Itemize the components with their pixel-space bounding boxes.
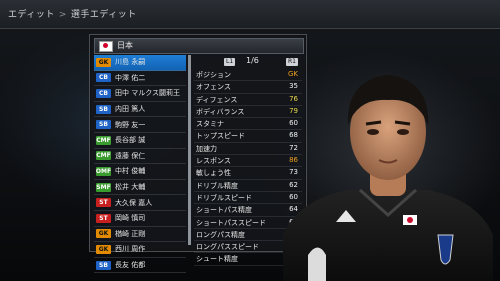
player-name: 長谷部 誠 bbox=[115, 136, 146, 145]
stat-label: ディフェンス bbox=[196, 95, 238, 104]
stat-label: レスポンス bbox=[196, 157, 231, 166]
stat-label: ロングパス精度 bbox=[196, 230, 245, 239]
player-list-item[interactable]: GK 楢崎 正剛 bbox=[94, 227, 186, 243]
player-list-item[interactable]: GK 川島 永嗣 bbox=[94, 55, 186, 71]
player-list-item[interactable]: CMF 長谷部 誠 bbox=[94, 133, 186, 149]
player-name: 中村 俊輔 bbox=[115, 167, 146, 176]
player-list-item[interactable]: SB 駒野 友一 bbox=[94, 117, 186, 133]
position-badge: GK bbox=[96, 244, 111, 254]
position-badge: CMF bbox=[96, 135, 111, 145]
player-name: 大久保 嘉人 bbox=[115, 198, 153, 207]
position-badge: ST bbox=[96, 198, 111, 208]
stat-label: 敏しょう性 bbox=[196, 169, 231, 178]
position-badge: SB bbox=[96, 120, 111, 130]
breadcrumb-current: 選手エディット bbox=[70, 10, 137, 20]
player-list-item[interactable]: ST 大久保 嘉人 bbox=[94, 195, 186, 211]
team-name: 日本 bbox=[117, 41, 133, 50]
player-list-item[interactable]: CB 中澤 佑二 bbox=[94, 71, 186, 87]
stat-label: ポジション bbox=[196, 71, 231, 79]
player-list-item[interactable]: CMF 遠藤 保仁 bbox=[94, 149, 186, 165]
player-list-item[interactable]: ST 岡崎 慎司 bbox=[94, 211, 186, 227]
player-portrait bbox=[283, 75, 493, 281]
player-list-item[interactable]: SB 内田 篤人 bbox=[94, 102, 186, 118]
stat-label: ショートパススピード bbox=[196, 218, 266, 227]
player-list: GK 川島 永嗣 CB 中澤 佑二 CB 田中 マルクス闘莉王 SB 内田 篤人 SB 駒野 友一… bbox=[94, 55, 186, 274]
position-badge: OMF bbox=[95, 166, 112, 176]
scrollbar-thumb[interactable] bbox=[188, 55, 191, 245]
stat-label: ドリブルスピード bbox=[196, 193, 252, 202]
player-name: 岡崎 慎司 bbox=[115, 214, 146, 223]
prev-page-button[interactable]: L1 bbox=[224, 58, 236, 66]
player-edit-panel: 日本 GK 川島 永嗣 CB 中澤 佑二 CB 田中 マルクス闘莉王 SB 内田 篤人 SB 駒野… bbox=[89, 34, 307, 274]
stat-label: 加速力 bbox=[196, 144, 217, 153]
player-list-item[interactable]: SB 長友 佑都 bbox=[94, 258, 186, 274]
stat-label: トップスピード bbox=[196, 132, 245, 141]
position-badge: SB bbox=[96, 260, 111, 270]
player-name: 中澤 佑二 bbox=[115, 73, 146, 82]
position-badge: CMF bbox=[96, 151, 111, 161]
player-list-item[interactable]: SMF 松井 大輔 bbox=[94, 180, 186, 196]
player-name: 松井 大輔 bbox=[115, 183, 146, 192]
position-badge: SMF bbox=[96, 182, 111, 192]
player-list-item[interactable]: GK 西川 周作 bbox=[94, 242, 186, 258]
breadcrumb-root[interactable]: エディット bbox=[8, 10, 55, 20]
position-badge: GK bbox=[96, 229, 111, 239]
player-name: 西川 周作 bbox=[115, 245, 146, 254]
stat-label: ボディバランス bbox=[196, 107, 245, 116]
player-name: 楢崎 正剛 bbox=[115, 229, 146, 238]
stat-label: ドリブル精度 bbox=[196, 181, 238, 190]
japan-flag-icon bbox=[99, 41, 113, 52]
breadcrumb-separator: > bbox=[58, 10, 67, 20]
player-list-scrollbar[interactable] bbox=[188, 55, 191, 245]
player-name: 駒野 友一 bbox=[115, 120, 146, 129]
player-name: 田中 マルクス闘莉王 bbox=[115, 89, 181, 98]
player-name: 川島 永嗣 bbox=[115, 58, 146, 67]
team-selector[interactable]: 日本 bbox=[94, 38, 304, 54]
position-badge: CB bbox=[96, 88, 111, 98]
stat-label: ショートパス精度 bbox=[196, 206, 252, 215]
player-name: 長友 佑都 bbox=[115, 261, 146, 270]
player-list-item[interactable]: OMF 中村 俊輔 bbox=[94, 164, 186, 180]
header-bar: エディット > 選手エディット bbox=[0, 0, 500, 29]
player-name: 内田 篤人 bbox=[115, 105, 146, 114]
page-indicator: 1/6 bbox=[246, 56, 259, 65]
player-name: 遠藤 保仁 bbox=[115, 151, 146, 160]
position-badge: SB bbox=[96, 104, 111, 114]
stat-label: スタミナ bbox=[196, 120, 224, 129]
stat-label: シュート精度 bbox=[196, 255, 238, 264]
stat-label: オフェンス bbox=[196, 83, 231, 92]
stat-label: ロングパススピード bbox=[196, 243, 259, 252]
position-badge: GK bbox=[96, 57, 111, 67]
player-list-item[interactable]: CB 田中 マルクス闘莉王 bbox=[94, 86, 186, 102]
breadcrumb: エディット > 選手エディット bbox=[8, 7, 137, 20]
position-badge: CB bbox=[96, 73, 111, 83]
position-badge: ST bbox=[96, 213, 111, 223]
